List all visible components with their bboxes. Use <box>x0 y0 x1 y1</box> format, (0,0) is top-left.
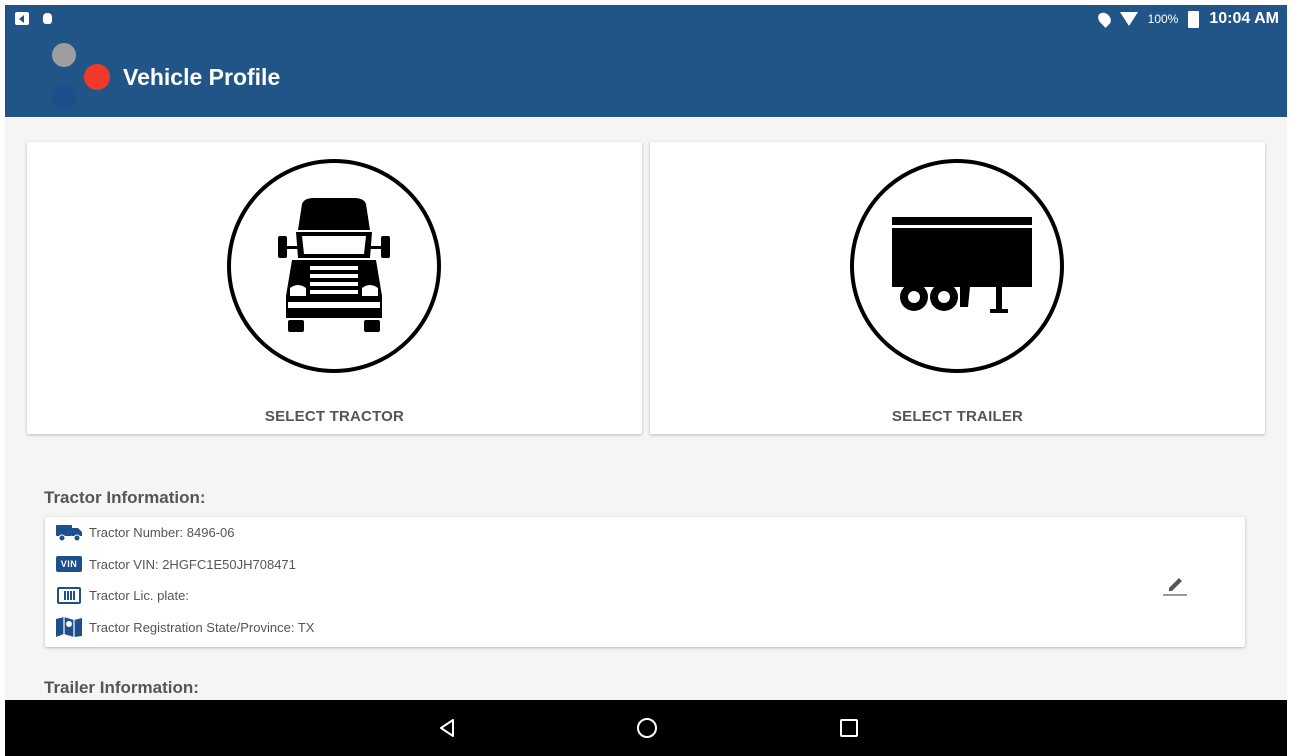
battery-icon <box>1188 10 1200 28</box>
tractor-vin-row: VIN Tractor VIN: 2HGFC1E50JH708471 <box>55 554 296 574</box>
tractor-plate-row: Tractor Lic. plate: <box>55 585 189 605</box>
system-navigation-bar <box>5 700 1287 756</box>
notification-icons <box>15 12 52 25</box>
select-tractor-label: SELECT TRACTOR <box>264 408 405 425</box>
map-icon <box>55 617 83 637</box>
logo-dot-red <box>84 64 110 90</box>
edit-tractor-button[interactable] <box>1155 564 1195 604</box>
logo-dot-gray <box>52 43 76 67</box>
clock: 10:04 AM <box>1209 10 1279 27</box>
tractor-number: Tractor Number: 8496-06 <box>89 524 235 540</box>
app-bar: 100% 10:04 AM Vehicle Profile <box>5 5 1287 117</box>
status-bar: 100% 10:04 AM <box>5 5 1287 35</box>
back-icon <box>440 719 454 737</box>
back-button[interactable] <box>433 714 461 742</box>
vin-badge: VIN <box>56 556 82 572</box>
recent-apps-button[interactable] <box>835 714 863 742</box>
logo-dot-blue <box>52 86 76 110</box>
vin-icon: VIN <box>55 554 83 574</box>
tractor-vin: Tractor VIN: 2HGFC1E50JH708471 <box>89 556 296 572</box>
app-logo <box>49 43 119 113</box>
tractor-icon <box>278 198 390 332</box>
edit-icon <box>1163 578 1187 596</box>
tractor-icon-circle <box>227 159 441 373</box>
app-frame: 100% 10:04 AM Vehicle Profile SELECT TRA… <box>5 5 1287 756</box>
battery-percent: 100% <box>1147 12 1179 26</box>
trailer-info-heading: Trailer Information: <box>44 678 199 697</box>
select-tractor-card[interactable]: SELECT TRACTOR <box>27 142 642 434</box>
tractor-number-row: Tractor Number: 8496-06 <box>55 522 234 542</box>
page-title: Vehicle Profile <box>123 64 281 90</box>
wifi-icon <box>1119 12 1138 26</box>
home-button[interactable] <box>633 714 661 742</box>
notification-app-icon <box>15 12 29 25</box>
tractor-info-heading: Tractor Information: <box>44 488 206 507</box>
license-plate-icon <box>55 585 83 605</box>
notification-touch-icon <box>43 13 52 24</box>
home-icon <box>637 718 657 738</box>
tractor-info-card: Tractor Number: 8496-06 VIN Tractor VIN:… <box>45 517 1245 647</box>
trailer-icon <box>892 217 1032 313</box>
tractor-registration-row: Tractor Registration State/Province: TX <box>55 617 314 637</box>
tractor-plate: Tractor Lic. plate: <box>89 587 189 603</box>
truck-icon <box>55 522 83 542</box>
location-icon <box>1095 10 1113 28</box>
select-trailer-label: SELECT TRAILER <box>891 408 1024 425</box>
recent-apps-icon <box>840 719 858 737</box>
tractor-registration: Tractor Registration State/Province: TX <box>89 619 315 635</box>
select-trailer-card[interactable]: SELECT TRAILER <box>650 142 1265 434</box>
trailer-icon-circle <box>850 159 1064 373</box>
system-status: 100% 10:04 AM <box>1095 10 1279 28</box>
